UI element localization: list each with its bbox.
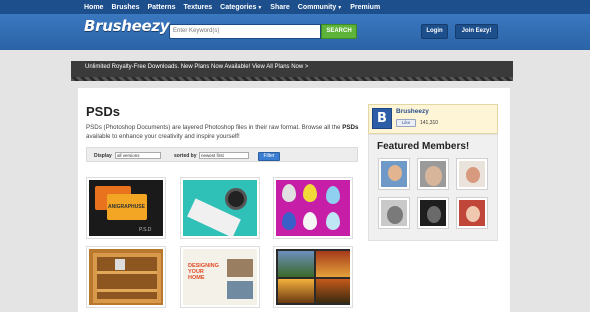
nav-item-community[interactable]: Community▼ (298, 4, 342, 11)
member-avatar[interactable] (417, 197, 449, 229)
chevron-down-icon: ▼ (337, 4, 343, 11)
promo-stripe (71, 77, 513, 81)
thumbnail-image (89, 249, 163, 305)
display-label: Display (94, 153, 112, 159)
face-shape (388, 165, 402, 181)
nav-item-label: Community (297, 3, 337, 11)
shelf-item (115, 259, 125, 270)
egg-white (303, 212, 317, 230)
sort-label: sorted by (174, 153, 197, 159)
landscape-photo (316, 251, 350, 277)
avatar-image (420, 161, 446, 187)
face-shape (466, 167, 480, 183)
face-shape (427, 206, 441, 223)
display-select[interactable]: all versions (115, 152, 161, 159)
shelf-board (97, 289, 157, 292)
search-input[interactable]: Enter Keyword(s) (169, 24, 321, 39)
psd-thumbnail[interactable] (273, 246, 353, 308)
landscape-photo (316, 279, 350, 303)
room-photo (227, 281, 253, 299)
thumbnail-image: ANIGRAPHUSE P.S.D (89, 180, 163, 236)
desc-text-2: available to enhance your creativity and… (86, 133, 240, 140)
face-shape (387, 206, 403, 224)
nav-menu: Home Brushes Patterns Textures Categories▼ Sh… (84, 0, 380, 14)
nav-item-patterns[interactable]: Patterns (147, 4, 175, 11)
egg-lightblue (326, 212, 340, 230)
face-shape (466, 206, 480, 222)
nav-item-home[interactable]: Home (84, 4, 103, 11)
page-title: PSDs (86, 104, 120, 119)
nav-item-premium[interactable]: Premium (350, 4, 380, 11)
egg-yellow (303, 184, 317, 202)
nav-item-label: Brushes (111, 3, 140, 11)
featured-members-title: Featured Members! (377, 141, 470, 152)
psd-thumbnail[interactable] (180, 177, 260, 239)
nav-item-label: Textures (183, 3, 213, 11)
egg-white (282, 184, 296, 202)
bookshelf-frame (93, 253, 161, 303)
nav-item-label: Categories (220, 3, 257, 11)
avatar-image (459, 161, 485, 187)
like-count: 141,310 (420, 120, 439, 126)
desc-psds-link[interactable]: PSDs (342, 124, 358, 131)
member-avatar[interactable] (417, 158, 449, 190)
nav-item-categories[interactable]: Categories▼ (220, 4, 262, 11)
psd-thumbnail[interactable] (273, 177, 353, 239)
top-nav: Home Brushes Patterns Textures Categories▼ Sh… (0, 0, 590, 14)
black-button-shape (225, 188, 247, 210)
login-button[interactable]: Login (421, 24, 448, 39)
psd-thumbnail[interactable] (86, 246, 166, 308)
designing-title: DESIGNING YOUR HOME (188, 263, 219, 281)
member-avatar[interactable] (456, 197, 488, 229)
thumbnail-image: DESIGNING YOUR HOME (183, 249, 257, 305)
avatar-image (381, 161, 407, 187)
nav-item-textures[interactable]: Textures (183, 4, 212, 11)
member-avatar[interactable] (378, 158, 410, 190)
promo-text[interactable]: Unlimited Royalty-Free Downloads. New Pl… (85, 64, 308, 70)
psd-watermark: P.S.D (139, 227, 152, 233)
like-label: Like (401, 120, 411, 125)
anigraphuse-label: ANIGRAPHUSE (108, 204, 145, 210)
search-button[interactable]: SEARCH (321, 24, 357, 39)
chevron-down-icon: ▼ (257, 4, 263, 11)
nav-item-share[interactable]: Share (270, 4, 289, 11)
room-photo (227, 259, 253, 277)
facebook-page-name[interactable]: Brusheezy (396, 108, 429, 115)
nav-item-label: Premium (350, 3, 381, 11)
thumbnail-image (276, 249, 350, 305)
shelf-board (97, 271, 157, 274)
nav-item-label: Home (84, 3, 104, 11)
avatar-image (420, 200, 446, 226)
thumbnail-image (183, 180, 257, 236)
member-avatar[interactable] (456, 158, 488, 190)
member-avatar[interactable] (378, 197, 410, 229)
face-shape (425, 166, 442, 186)
avatar-image (381, 200, 407, 226)
egg-navy (282, 212, 296, 230)
facebook-page-logo[interactable]: B (372, 108, 392, 129)
avatar-image (459, 200, 485, 226)
filter-button[interactable]: Filter (258, 152, 280, 161)
facebook-like-button[interactable]: Like (396, 119, 416, 127)
designing-line-3: HOME (188, 275, 205, 281)
landscape-photo (278, 251, 314, 277)
page-description: PSDs (Photoshop Documents) are layered P… (86, 123, 364, 141)
thumbnail-image (276, 180, 350, 236)
desc-text-1: PSDs (Photoshop Documents) are layered P… (86, 124, 343, 131)
sort-select[interactable]: newest first (199, 152, 249, 159)
psd-thumbnail[interactable]: ANIGRAPHUSE P.S.D (86, 177, 166, 239)
nav-item-label: Patterns (147, 3, 176, 11)
egg-blue (326, 186, 340, 204)
nav-item-brushes[interactable]: Brushes (111, 4, 139, 11)
brusheezy-logo[interactable]: Brusheezy (84, 17, 170, 35)
psd-thumbnail[interactable]: DESIGNING YOUR HOME (180, 246, 260, 308)
nav-item-label: Share (270, 3, 290, 11)
join-button[interactable]: Join Eezy! (455, 24, 498, 39)
landscape-photo (278, 279, 314, 303)
